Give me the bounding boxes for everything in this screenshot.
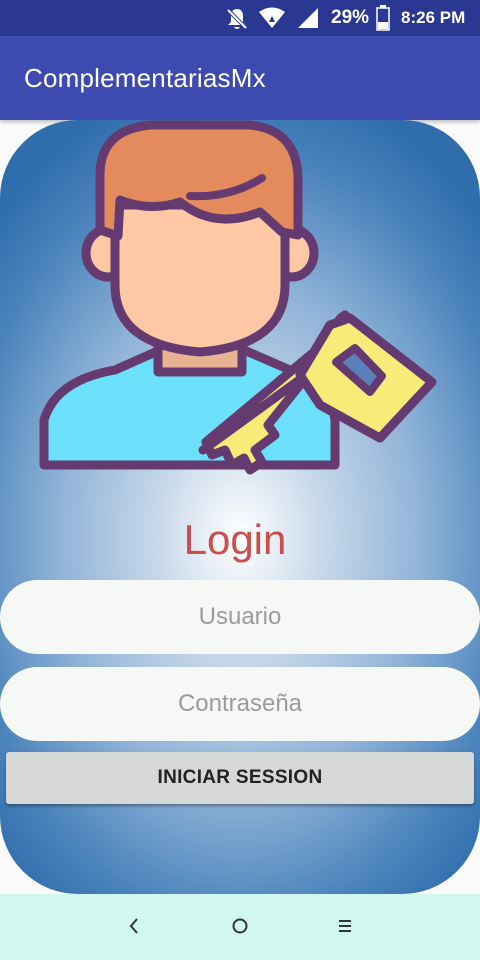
notifications-off-icon [225,7,249,31]
login-button[interactable]: INICIAR SESSION [6,752,474,804]
navigation-bar [0,894,480,960]
password-input[interactable] [0,667,480,741]
signal-icon [298,8,318,28]
login-card: Login INICIAR SESSION [0,120,480,894]
wifi-icon [259,7,285,28]
recents-icon[interactable] [336,916,354,936]
status-bar: 29% 8:26 PM [0,0,480,36]
home-icon[interactable] [230,916,250,936]
user-key-illustration [39,120,437,475]
back-icon[interactable] [126,916,142,936]
username-input[interactable] [0,580,480,654]
password-field [0,667,480,741]
username-field [0,580,480,654]
battery-icon [376,5,390,31]
login-title: Login [183,516,287,563]
app-title: ComplementariasMx [24,63,266,93]
clock: 8:26 PM [401,8,466,27]
app-bar: ComplementariasMx [0,36,480,120]
battery-percent: 29% [331,7,370,28]
